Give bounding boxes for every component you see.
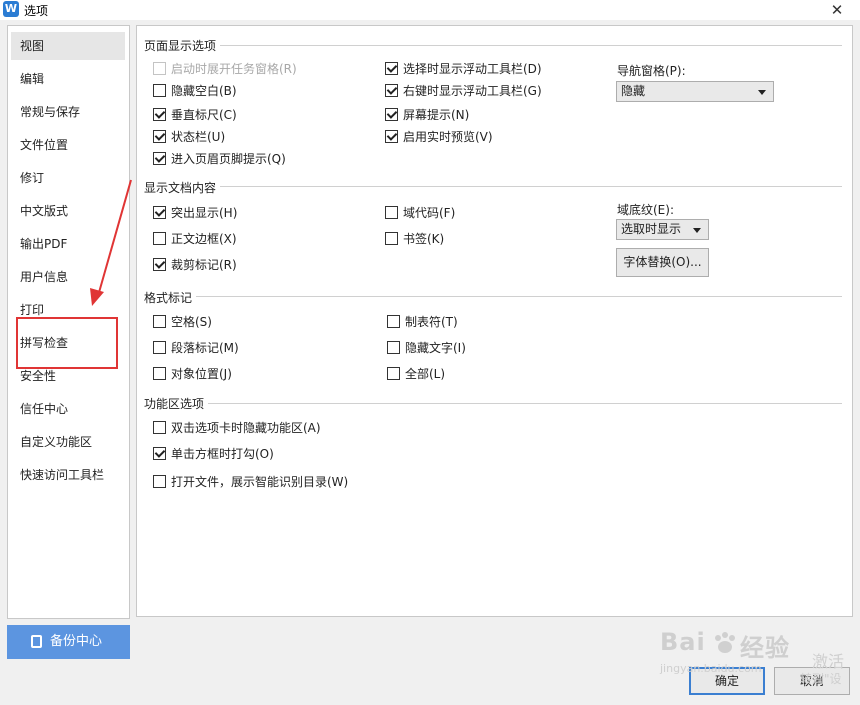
checkbox-box bbox=[153, 367, 166, 380]
checkbox-label: 对象位置(J) bbox=[171, 367, 232, 381]
checkbox-box bbox=[387, 315, 400, 328]
red-highlight-box bbox=[16, 317, 118, 369]
field-shading-value: 选取时显示 bbox=[621, 222, 682, 236]
nav-pane-label: 导航窗格(P): bbox=[617, 64, 686, 78]
watermark-side-text-2: 转到"设 bbox=[800, 672, 842, 686]
field-shading-select[interactable]: 选取时显示 bbox=[616, 219, 709, 240]
checkbox-label: 启动时展开任务窗格(R) bbox=[171, 62, 297, 76]
sidebar-item-user-info[interactable]: 用户信息 bbox=[11, 263, 125, 291]
options-content-pane: 页面显示选项 启动时展开任务窗格(R) 隐藏空白(B) 垂直标尺(C) 状态栏(… bbox=[136, 25, 853, 617]
checkbox-box bbox=[385, 108, 398, 121]
wps-app-icon: W bbox=[3, 1, 19, 17]
checkbox-label: 启用实时预览(V) bbox=[403, 130, 493, 144]
checkbox-label: 正文边框(X) bbox=[171, 232, 237, 246]
sidebar-item-quick-access[interactable]: 快速访问工具栏 bbox=[11, 461, 125, 489]
checkbox-box bbox=[153, 447, 166, 460]
checkbox-box bbox=[153, 315, 166, 328]
checkbox-label: 书签(K) bbox=[403, 232, 445, 246]
checkbox-box bbox=[153, 475, 166, 488]
checkbox-label: 双击选项卡时隐藏功能区(A) bbox=[171, 421, 321, 435]
window-title: 选项 bbox=[24, 4, 49, 18]
nav-pane-select[interactable]: 隐藏 bbox=[616, 81, 774, 102]
checkbox-box bbox=[153, 206, 166, 219]
field-shading-label: 域底纹(E): bbox=[617, 203, 674, 217]
checkbox-label: 全部(L) bbox=[405, 367, 446, 381]
checkbox-label: 制表符(T) bbox=[405, 315, 458, 329]
checkbox-label: 状态栏(U) bbox=[171, 130, 226, 144]
watermark-brand-2: 经验 bbox=[740, 634, 790, 662]
checkbox-box bbox=[153, 84, 166, 97]
section-divider bbox=[145, 45, 842, 46]
section-title-format-marks: 格式标记 bbox=[144, 289, 197, 306]
sidebar-item-view[interactable]: 视图 bbox=[11, 32, 125, 60]
checkbox-box bbox=[153, 232, 166, 245]
nav-pane-value: 隐藏 bbox=[621, 84, 646, 98]
section-title-page-display: 页面显示选项 bbox=[144, 37, 221, 54]
font-substitution-button[interactable]: 字体替换(O)... bbox=[616, 248, 709, 277]
dropdown-arrow-icon bbox=[693, 228, 701, 233]
checkbox-box bbox=[385, 232, 398, 245]
section-divider bbox=[145, 296, 842, 297]
checkbox-box bbox=[153, 152, 166, 165]
checkbox-box bbox=[153, 108, 166, 121]
checkbox-box bbox=[153, 130, 166, 143]
checkbox-label: 隐藏空白(B) bbox=[171, 84, 237, 98]
section-divider bbox=[145, 186, 842, 187]
baidu-watermark: Bai 经验 jingyan.baidu.com 激活 转到"设 bbox=[660, 628, 855, 688]
sidebar-item-chinese-layout[interactable]: 中文版式 bbox=[11, 197, 125, 225]
backup-icon bbox=[31, 635, 42, 648]
sidebar-item-file-location[interactable]: 文件位置 bbox=[11, 131, 125, 159]
backup-center-label: 备份中心 bbox=[50, 634, 103, 649]
checkbox-label: 突出显示(H) bbox=[171, 206, 238, 220]
sidebar-item-edit[interactable]: 编辑 bbox=[11, 65, 125, 93]
checkbox-label: 裁剪标记(R) bbox=[171, 258, 237, 272]
section-divider bbox=[145, 403, 842, 404]
checkbox-label: 域代码(F) bbox=[403, 206, 456, 220]
checkbox-box bbox=[153, 62, 166, 75]
sidebar-item-customize-ribbon[interactable]: 自定义功能区 bbox=[11, 428, 125, 456]
checkbox-box bbox=[153, 421, 166, 434]
checkbox-box bbox=[387, 367, 400, 380]
sidebar-item-export-pdf[interactable]: 输出PDF bbox=[11, 230, 125, 258]
checkbox-label: 打开文件，展示智能识别目录(W) bbox=[171, 475, 349, 489]
checkbox-label: 屏幕提示(N) bbox=[403, 108, 470, 122]
checkbox-label: 隐藏文字(I) bbox=[405, 341, 466, 355]
checkbox-label: 选择时显示浮动工具栏(D) bbox=[403, 62, 542, 76]
checkbox-label: 空格(S) bbox=[171, 315, 212, 329]
sidebar-item-revision[interactable]: 修订 bbox=[11, 164, 125, 192]
watermark-side-text-1: 激活 bbox=[812, 652, 845, 671]
sidebar-item-general[interactable]: 常规与保存 bbox=[11, 98, 125, 126]
checkbox-box bbox=[385, 130, 398, 143]
checkbox-label: 垂直标尺(C) bbox=[171, 108, 237, 122]
backup-center-button[interactable]: 备份中心 bbox=[7, 625, 130, 659]
checkbox-box bbox=[385, 84, 398, 97]
section-title-doc-content: 显示文档内容 bbox=[144, 179, 221, 196]
paw-logo-icon bbox=[715, 632, 735, 653]
checkbox-label: 右键时显示浮动工具栏(G) bbox=[403, 84, 542, 98]
watermark-url: jingyan.baidu.com bbox=[660, 662, 762, 675]
checkbox-box bbox=[153, 258, 166, 271]
checkbox-box bbox=[153, 341, 166, 354]
checkbox-box bbox=[385, 206, 398, 219]
section-title-ribbon: 功能区选项 bbox=[144, 395, 209, 412]
checkbox-label: 单击方框时打勾(O) bbox=[171, 447, 274, 461]
close-button[interactable]: ✕ bbox=[826, 0, 848, 20]
dropdown-arrow-icon bbox=[758, 90, 766, 95]
checkbox-label: 段落标记(M) bbox=[171, 341, 239, 355]
checkbox-label: 进入页眉页脚提示(Q) bbox=[171, 152, 286, 166]
watermark-brand: Bai bbox=[660, 628, 706, 656]
checkbox-box bbox=[385, 62, 398, 75]
sidebar-item-trust-center[interactable]: 信任中心 bbox=[11, 395, 125, 423]
checkbox-box bbox=[387, 341, 400, 354]
title-bar: W 选项 ✕ bbox=[0, 0, 860, 20]
